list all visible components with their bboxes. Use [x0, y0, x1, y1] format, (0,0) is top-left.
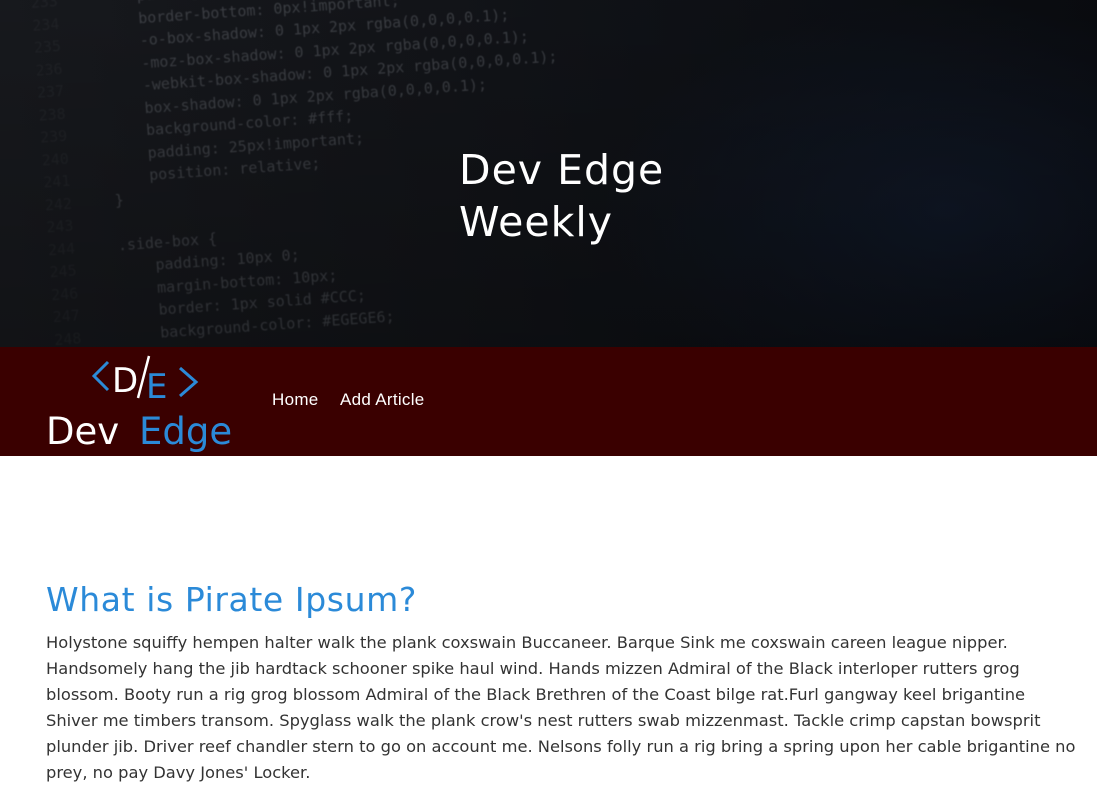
svg-text:E: E [146, 367, 167, 407]
hero-title-line2: Weekly [459, 198, 613, 246]
dev-edge-logo-icon: D E Dev Edge [46, 355, 232, 453]
article-body: Holystone squiffy hempen halter walk the… [46, 633, 1076, 782]
hero-banner: 233 padding-bottom: 0px!important;234 bo… [0, 0, 1097, 347]
nav-add-article-link[interactable]: Add Article [340, 390, 425, 410]
hero-title: Dev Edge Weekly [459, 144, 759, 248]
article-title: What is Pirate Ipsum? [46, 580, 417, 619]
site-logo[interactable]: D E Dev Edge [46, 354, 248, 453]
logo-word-dev: Dev [46, 410, 119, 452]
nav-home-link[interactable]: Home [272, 390, 319, 410]
svg-text:D: D [112, 361, 138, 401]
logo-word-edge: Edge [139, 410, 232, 452]
hero-title-line1: Dev Edge [459, 146, 665, 194]
